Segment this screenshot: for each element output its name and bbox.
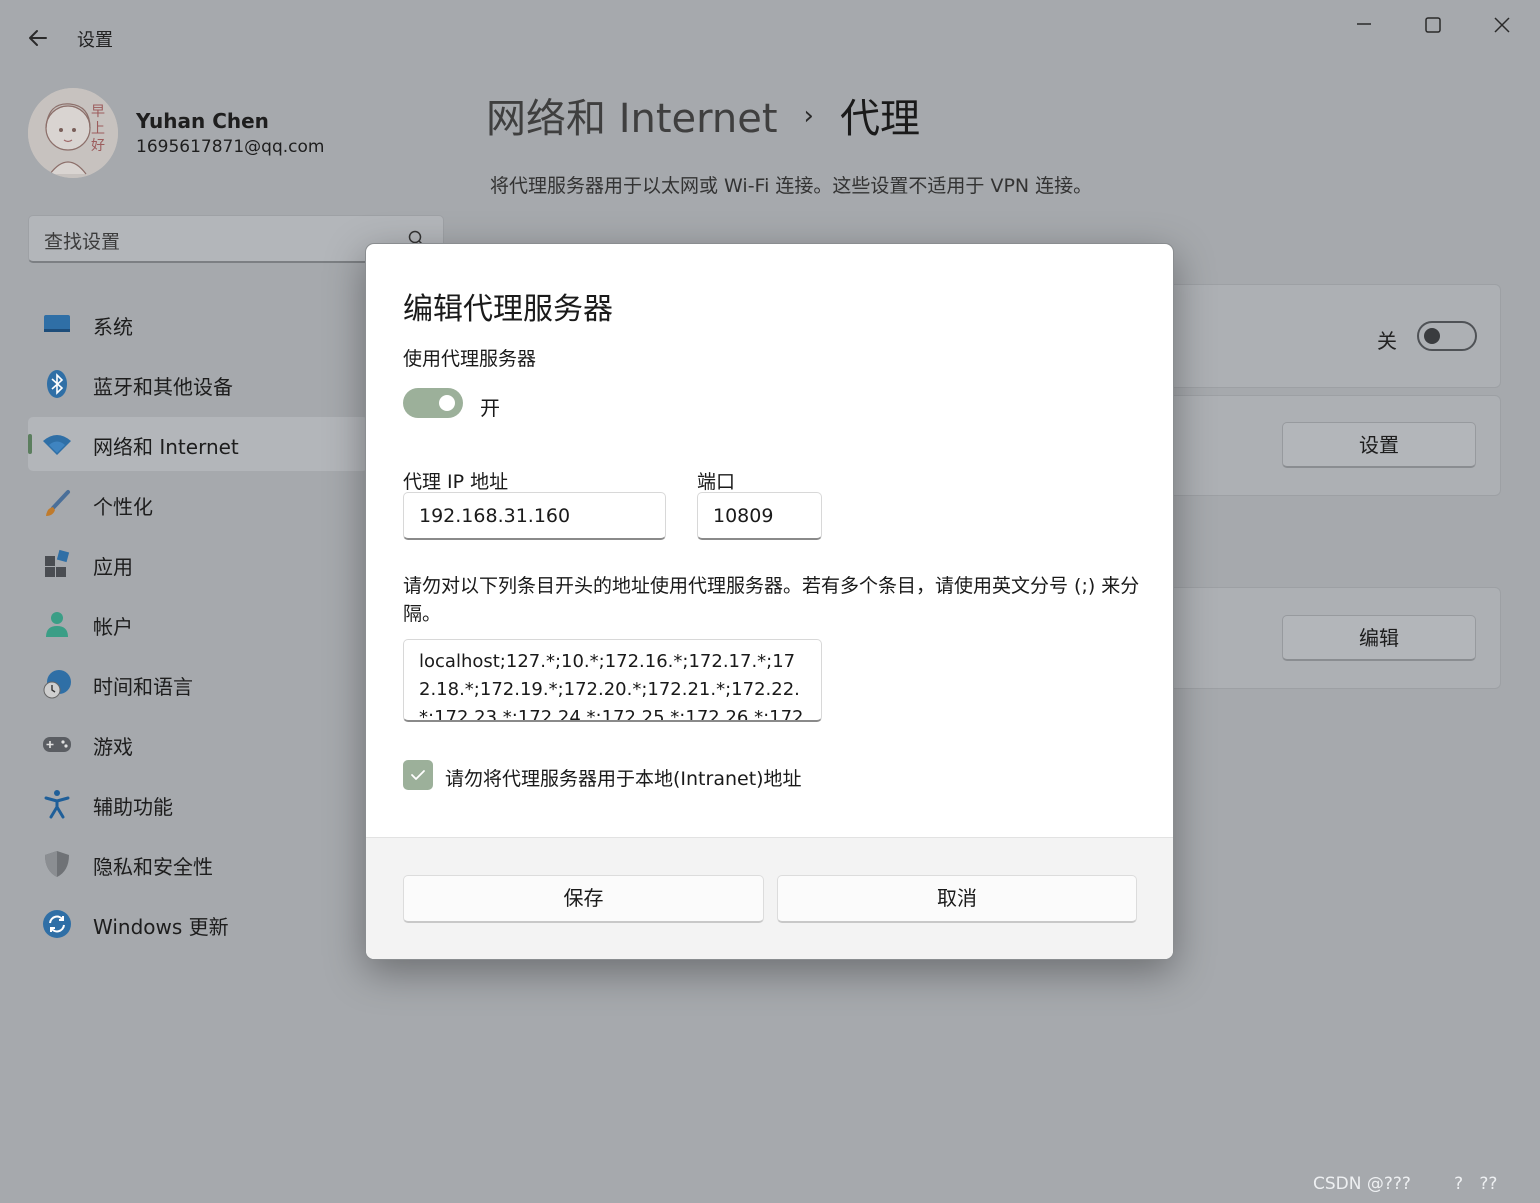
sidebar-item-label: 辅助功能: [93, 795, 173, 819]
sidebar-item-accounts[interactable]: 帐户: [28, 597, 368, 651]
sidebar-item-label: 个性化: [93, 495, 153, 519]
use-proxy-label: 使用代理服务器: [403, 348, 537, 370]
cancel-button[interactable]: 取消: [777, 875, 1137, 923]
sidebar-item-label: 游戏: [93, 735, 133, 759]
brush-icon: [46, 490, 70, 516]
wifi-icon: [43, 435, 71, 455]
edit-button[interactable]: 编辑: [1282, 615, 1476, 661]
port-label: 端口: [697, 471, 736, 493]
bypass-local-label: 请勿将代理服务器用于本地(Intranet)地址: [445, 768, 802, 790]
sidebar-item-label: 网络和 Internet: [93, 435, 239, 459]
use-proxy-state: 开: [480, 396, 500, 420]
breadcrumb-parent[interactable]: 网络和 Internet: [486, 96, 778, 142]
sidebar-item-time-language[interactable]: 时间和语言: [28, 657, 368, 711]
proxy-ip-label: 代理 IP 地址: [403, 471, 509, 493]
update-icon: [43, 910, 71, 938]
title-bar: 设置: [0, 0, 1540, 70]
accessibility-icon: [44, 790, 70, 819]
sidebar-item-label: 蓝牙和其他设备: [93, 375, 233, 399]
sidebar-item-label: 帐户: [93, 615, 133, 639]
sidebar-item-accessibility[interactable]: 辅助功能: [28, 777, 368, 831]
auto-detect-toggle[interactable]: [1417, 321, 1477, 351]
minimize-icon: [1357, 23, 1371, 25]
apps-icon: [45, 549, 70, 577]
use-proxy-toggle[interactable]: [403, 388, 463, 418]
breadcrumb-separator: ›: [803, 101, 814, 131]
shield-icon: [45, 851, 69, 877]
active-indicator: [28, 434, 32, 454]
app-title: 设置: [77, 30, 113, 51]
back-arrow-icon: [29, 30, 47, 46]
toggle-knob: [439, 395, 455, 411]
account-icon: [46, 612, 68, 637]
sidebar-item-label: 应用: [93, 555, 133, 579]
exceptions-value: localhost;127.*;10.*;172.16.*;172.17.*;1…: [419, 651, 810, 722]
close-icon: [1494, 17, 1510, 33]
dialog-footer: 保存 取消: [366, 837, 1173, 959]
gamepad-icon: [43, 737, 71, 752]
save-button[interactable]: 保存: [403, 875, 764, 923]
exceptions-textarea[interactable]: localhost;127.*;10.*;172.16.*;172.17.*;1…: [403, 639, 822, 722]
user-email: 1695617871@qq.com: [136, 137, 325, 157]
time-language-icon: [43, 670, 71, 699]
sidebar-item-label: 时间和语言: [93, 675, 193, 699]
page-description: 将代理服务器用于以太网或 Wi-Fi 连接。这些设置不适用于 VPN 连接。: [490, 175, 1093, 197]
sidebar-item-system[interactable]: 系统: [28, 297, 368, 351]
bypass-local-checkbox[interactable]: [403, 760, 433, 790]
watermark: CSDN @??? ? ??: [1313, 1174, 1498, 1194]
sidebar-item-label: 系统: [93, 315, 133, 339]
sidebar-item-apps[interactable]: 应用: [28, 537, 368, 591]
edit-proxy-dialog: 编辑代理服务器 使用代理服务器 开 代理 IP 地址 端口 192.168.31…: [365, 243, 1174, 960]
sidebar-item-windows-update[interactable]: Windows 更新: [28, 897, 368, 951]
sidebar-item-gaming[interactable]: 游戏: [28, 717, 368, 771]
exceptions-label: 请勿对以下列条目开头的地址使用代理服务器。若有多个条目，请使用英文分号 (;) …: [403, 575, 1140, 625]
close-button[interactable]: [1480, 10, 1524, 40]
minimize-button[interactable]: [1342, 10, 1386, 40]
auto-detect-state-label: 关: [1377, 329, 1397, 353]
dialog-title: 编辑代理服务器: [403, 292, 613, 327]
sidebar-item-label: Windows 更新: [93, 915, 229, 939]
proxy-ip-field[interactable]: 192.168.31.160: [403, 492, 666, 540]
port-field[interactable]: 10809: [697, 492, 822, 540]
maximize-icon: [1425, 17, 1441, 33]
user-name: Yuhan Chen: [136, 109, 269, 133]
settings-window: 设置 早上好 Yuhan Chen 1695617871@qq.com 查找设置…: [0, 0, 1540, 1203]
breadcrumb: 网络和 Internet › 代理: [486, 86, 920, 144]
sidebar-item-privacy[interactable]: 隐私和安全性: [28, 837, 368, 891]
avatar-text: 早上好: [91, 104, 105, 154]
setup-button[interactable]: 设置: [1282, 422, 1476, 468]
search-placeholder: 查找设置: [44, 231, 121, 253]
checkmark-icon: [411, 770, 425, 780]
toggle-knob: [1424, 328, 1440, 344]
back-button[interactable]: [22, 22, 54, 54]
sidebar-item-personalization[interactable]: 个性化: [28, 477, 368, 531]
sidebar-item-bluetooth[interactable]: 蓝牙和其他设备: [28, 357, 368, 411]
maximize-button[interactable]: [1411, 10, 1455, 40]
bluetooth-icon: [47, 370, 67, 398]
sidebar-item-label: 隐私和安全性: [93, 855, 213, 879]
sidebar-item-network[interactable]: 网络和 Internet: [28, 417, 368, 471]
avatar[interactable]: 早上好: [28, 88, 118, 178]
system-icon: [44, 315, 70, 332]
page-title: 代理: [839, 96, 920, 142]
